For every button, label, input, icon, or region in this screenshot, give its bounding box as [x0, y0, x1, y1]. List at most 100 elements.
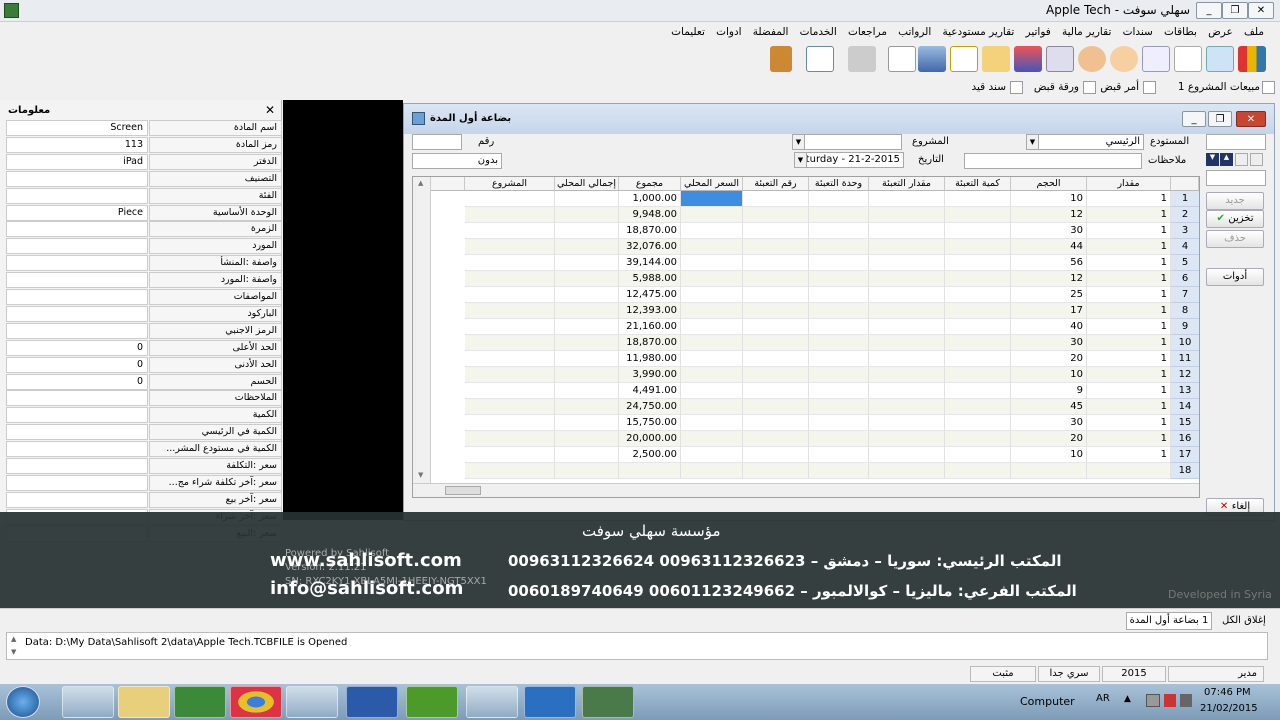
- grid-cell[interactable]: [869, 399, 945, 415]
- grid-cell[interactable]: 1: [1087, 431, 1171, 447]
- grid-cell[interactable]: [743, 223, 809, 239]
- notes-field[interactable]: [964, 153, 1142, 169]
- grid-cell[interactable]: [555, 239, 619, 255]
- toolbar-document-icon[interactable]: [1174, 46, 1202, 72]
- grid-cell[interactable]: 17: [1011, 303, 1087, 319]
- grid-cell[interactable]: 1: [1087, 447, 1171, 463]
- grid-cell[interactable]: 25: [1011, 287, 1087, 303]
- minimize-button[interactable]: _: [1196, 2, 1222, 19]
- grid-cell[interactable]: [743, 287, 809, 303]
- grid-cell[interactable]: [869, 303, 945, 319]
- grid-cell[interactable]: [743, 207, 809, 223]
- grid-cell[interactable]: [809, 191, 869, 207]
- grid-cell[interactable]: 1: [1087, 255, 1171, 271]
- toolbar-table-icon[interactable]: [950, 46, 978, 72]
- grid-cell[interactable]: 1,000.00: [619, 191, 681, 207]
- delete-button[interactable]: حذف: [1206, 230, 1264, 248]
- grid-cell[interactable]: [1087, 463, 1171, 479]
- menu-services[interactable]: الخدمات: [796, 22, 841, 42]
- store-button[interactable]: ✔ تخزين: [1206, 210, 1264, 228]
- grid-cell[interactable]: [869, 383, 945, 399]
- info-panel-close-button[interactable]: ✕: [265, 103, 275, 117]
- grid-cell[interactable]: [809, 447, 869, 463]
- grid-cell[interactable]: [945, 351, 1011, 367]
- grid-cell[interactable]: [869, 223, 945, 239]
- dialog-restore-button[interactable]: ❐: [1208, 111, 1232, 127]
- menu-view[interactable]: عرض: [1204, 22, 1237, 42]
- grid-cell[interactable]: [809, 287, 869, 303]
- grid-cell[interactable]: [869, 191, 945, 207]
- grid-cell[interactable]: [809, 399, 869, 415]
- quick-receipt-paper[interactable]: ورقة قبض: [1034, 81, 1079, 93]
- tab-opening-stock[interactable]: 1 بضاعة أول المدة: [1126, 612, 1212, 630]
- project-dropdown-arrow-icon[interactable]: ▼: [792, 134, 805, 150]
- grid-cell[interactable]: [809, 271, 869, 287]
- grid-cell[interactable]: [555, 255, 619, 271]
- project-dropdown[interactable]: [792, 134, 902, 150]
- taskbar-utorrent[interactable]: [406, 686, 458, 718]
- grid-cell[interactable]: 1: [1087, 367, 1171, 383]
- grid-cell[interactable]: [945, 239, 1011, 255]
- grid-cell[interactable]: [809, 415, 869, 431]
- grid-header[interactable]: مقدار التعبئة: [869, 177, 945, 191]
- menu-cards[interactable]: بطاقات: [1160, 22, 1201, 42]
- scroll-up-icon[interactable]: ▲: [418, 179, 423, 187]
- taskbar-help[interactable]: [524, 686, 576, 718]
- menu-financial-reports[interactable]: تقارير مالية: [1058, 22, 1115, 42]
- taskbar-excel[interactable]: [174, 686, 226, 718]
- toolbar-exit-icon[interactable]: [770, 46, 792, 72]
- grid-cell[interactable]: [869, 447, 945, 463]
- grid-cell[interactable]: 24,750.00: [619, 399, 681, 415]
- toolbar-box-icon[interactable]: [918, 46, 946, 72]
- grid-cell[interactable]: [809, 351, 869, 367]
- close-all-tabs[interactable]: إغلاق الكل: [1222, 615, 1266, 626]
- grid-cell[interactable]: [945, 271, 1011, 287]
- grid-cell[interactable]: [681, 431, 743, 447]
- grid-cell[interactable]: [869, 271, 945, 287]
- row-number[interactable]: 5: [1171, 255, 1199, 271]
- grid-cell[interactable]: [681, 287, 743, 303]
- taskbar-active-app[interactable]: [582, 686, 634, 718]
- grid-cell[interactable]: [555, 207, 619, 223]
- grid-cell[interactable]: [743, 319, 809, 335]
- grid-cell[interactable]: [869, 351, 945, 367]
- grid-cell[interactable]: [555, 399, 619, 415]
- grid-header[interactable]: المشروع: [465, 177, 555, 191]
- grid-cell[interactable]: [465, 335, 555, 351]
- taskbar-chrome[interactable]: [230, 686, 282, 718]
- grid-cell[interactable]: 32,076.00: [619, 239, 681, 255]
- log-scroll-up-icon[interactable]: ▲: [11, 635, 16, 643]
- last-record-icon[interactable]: [1250, 153, 1263, 166]
- grid-cell[interactable]: [681, 271, 743, 287]
- log-scroll-down-icon[interactable]: ▼: [11, 648, 16, 656]
- new-button[interactable]: جديد: [1206, 192, 1264, 210]
- grid-cell[interactable]: [869, 335, 945, 351]
- grid-cell[interactable]: [809, 383, 869, 399]
- grid-cell[interactable]: 18,870.00: [619, 335, 681, 351]
- grid-cell[interactable]: [681, 463, 743, 479]
- record-search-field[interactable]: [1206, 170, 1266, 186]
- grid-cell[interactable]: [465, 415, 555, 431]
- grid-cell[interactable]: [555, 303, 619, 319]
- grid-cell[interactable]: 1: [1087, 287, 1171, 303]
- network-icon[interactable]: [1146, 694, 1160, 707]
- grid-cell[interactable]: [869, 255, 945, 271]
- restore-button[interactable]: ❐: [1222, 2, 1248, 19]
- grid-cell[interactable]: 9,948.00: [619, 207, 681, 223]
- grid-cell[interactable]: [945, 463, 1011, 479]
- taskbar-explorer[interactable]: [118, 686, 170, 718]
- taskbar-word[interactable]: [346, 686, 398, 718]
- grid-cell[interactable]: [555, 319, 619, 335]
- grid-cell[interactable]: [465, 431, 555, 447]
- menu-warehouse-reports[interactable]: تقارير مستودعية: [938, 22, 1018, 42]
- grid-cell[interactable]: [465, 351, 555, 367]
- row-number[interactable]: 16: [1171, 431, 1199, 447]
- grid-cell[interactable]: 20,000.00: [619, 431, 681, 447]
- grid-cell[interactable]: [465, 287, 555, 303]
- grid-cell[interactable]: [681, 399, 743, 415]
- menu-reviews[interactable]: مراجعات: [844, 22, 891, 42]
- row-number[interactable]: 6: [1171, 271, 1199, 287]
- grid-cell[interactable]: [809, 319, 869, 335]
- tray-expand-icon[interactable]: ▲: [1124, 694, 1131, 704]
- grid-cell[interactable]: [945, 383, 1011, 399]
